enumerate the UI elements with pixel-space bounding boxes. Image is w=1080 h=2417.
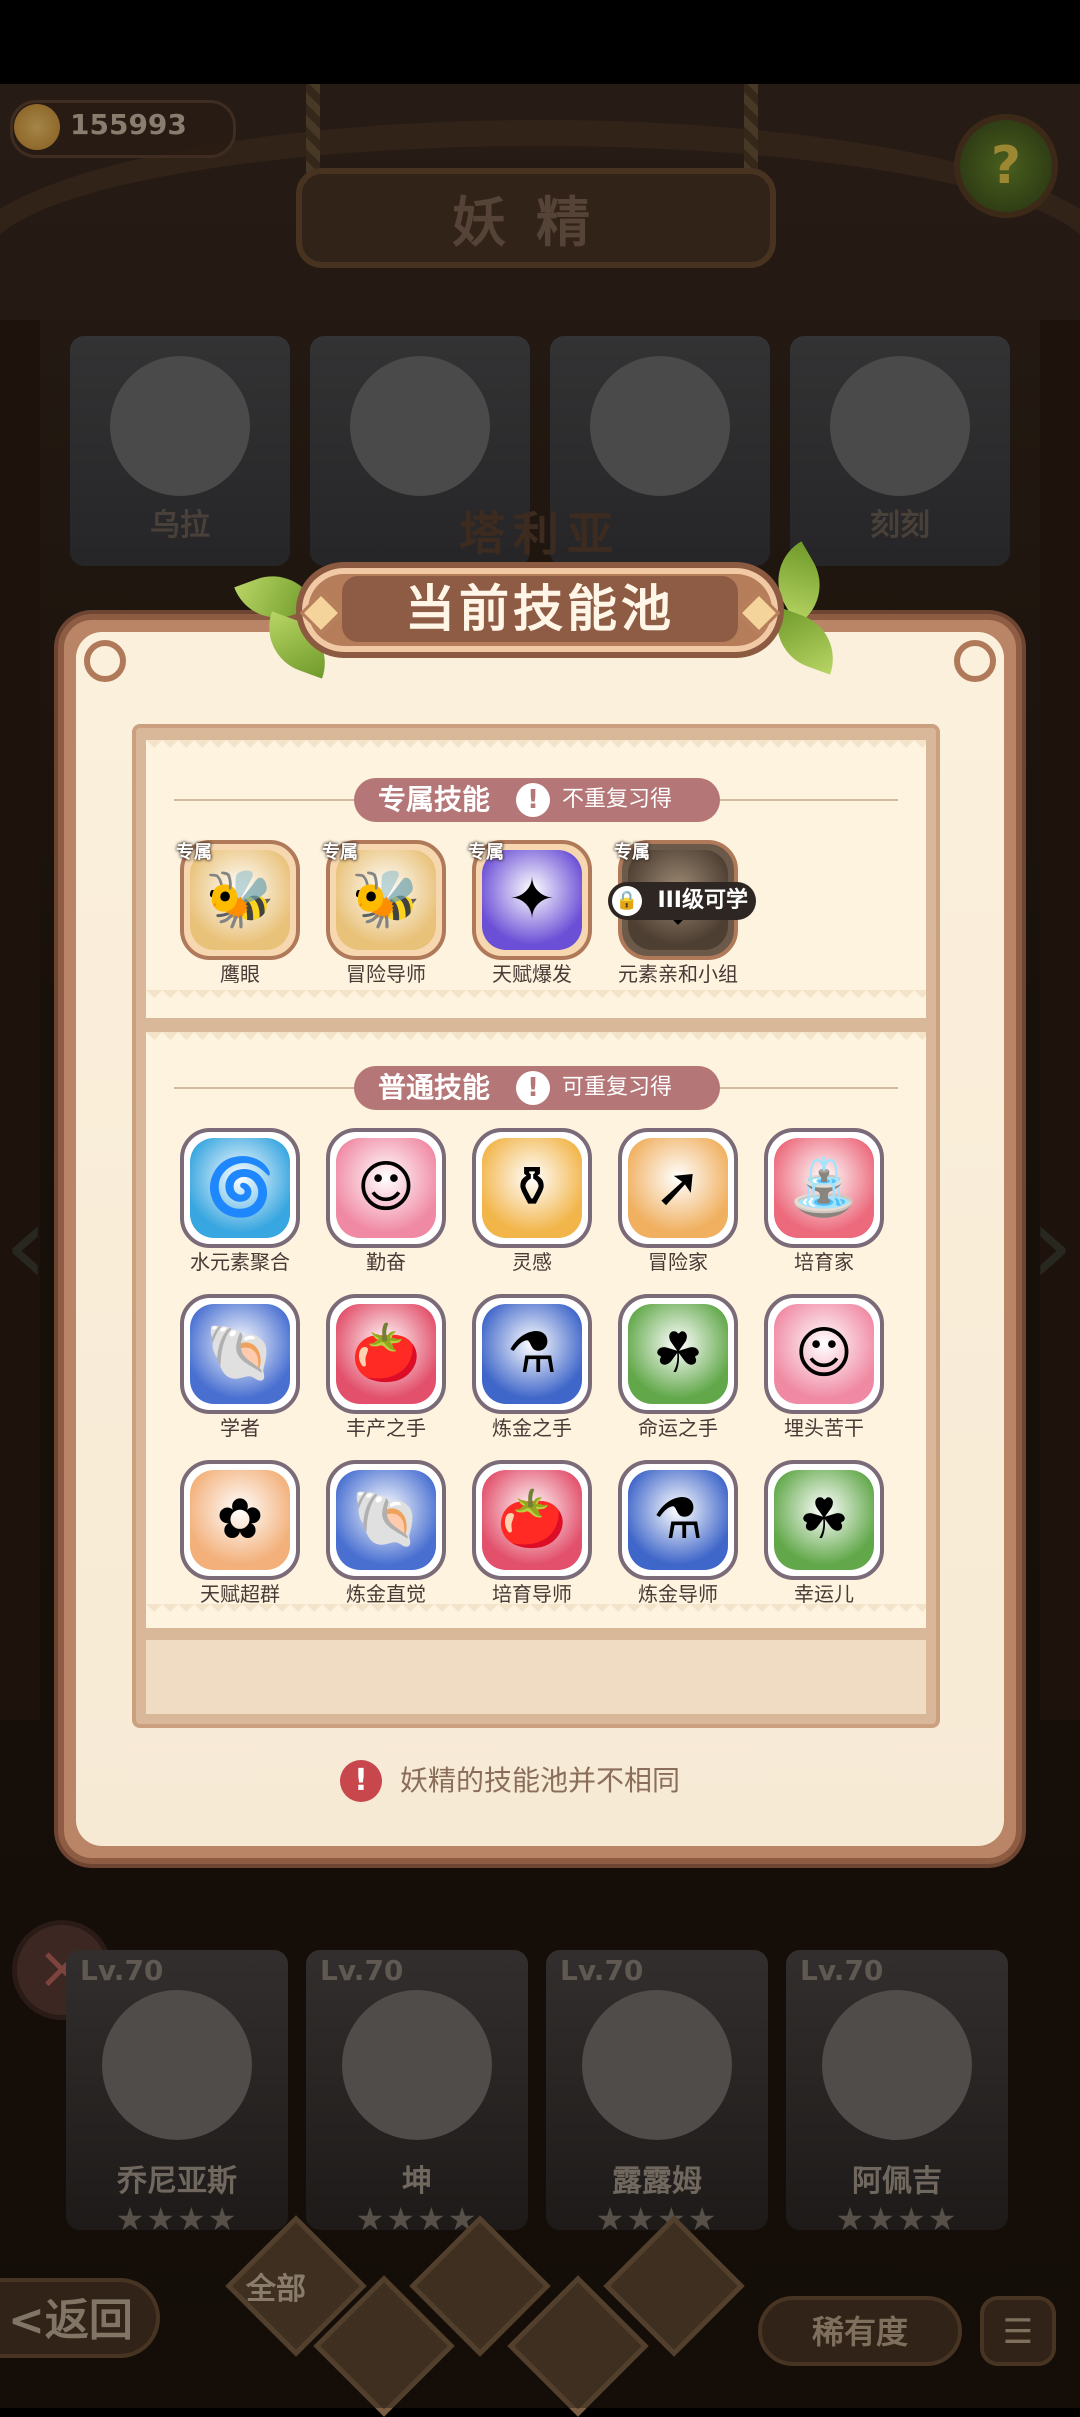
watering-can-icon-glyph: ⛲ [789,1155,859,1220]
corner-ornament [84,640,126,682]
tomato-icon-glyph: 🍅 [497,1487,567,1552]
skill-item[interactable]: ✿ 天赋超群 [180,1460,300,1610]
water-vortex-icon-glyph: 🌀 [205,1155,275,1220]
shell-icon-glyph: 🐚 [205,1321,275,1386]
pot-icon-glyph: ⚗ [506,1321,558,1386]
skill-name: 埋头苦干 [784,1416,864,1440]
exclusive-tag: 专属 [468,842,504,863]
skill-name: 培育家 [794,1250,854,1274]
shell-icon-glyph: 🐚 [351,1487,421,1552]
skill-item[interactable]: 🍅 培育导师 [472,1460,592,1610]
skill-item[interactable]: ☺ 埋头苦干 [764,1294,884,1444]
exclusive-note: 不重复习得 [562,787,673,812]
skill-item[interactable]: ➚ 冒险家 [618,1128,738,1278]
warning-icon: ! [516,783,550,817]
bee-icon-glyph: 🐝 [205,867,275,932]
pot-icon-glyph: ⚗ [652,1487,704,1552]
exclusive-tag: 专属 [176,842,212,863]
skill-item[interactable]: ◆专属🔒III级可学元素亲和小组 [608,840,756,990]
skill-item[interactable]: ⚗ 炼金之手 [472,1294,592,1444]
empty-slot-bar [146,1640,926,1714]
zigzag-border [146,1032,926,1048]
exclusive-tag: 专属 [614,842,650,863]
lock-icon: 🔒 [612,886,642,916]
corner-ornament [954,640,996,682]
alert-icon: ! [340,1760,382,1802]
warning-icon: ! [516,1071,550,1105]
bee-icon-glyph: 🐝 [351,867,421,932]
fairy-face-icon-glyph: ☺ [356,1155,416,1220]
exclusive-title: 专属技能 [378,783,491,816]
skill-item[interactable]: ☺ 勤奋 [326,1128,446,1278]
skill-item[interactable]: 🍅 丰产之手 [326,1294,446,1444]
skill-item[interactable]: ☘ 幸运儿 [764,1460,884,1610]
skill-item[interactable]: 🌀 水元素聚合 [180,1128,300,1278]
skill-item[interactable]: ⛲ 培育家 [764,1128,884,1278]
octopus-icon-glyph: ✿ [216,1487,264,1552]
clover-icon-glyph: ☘ [652,1321,704,1386]
normal-title: 普通技能 [378,1071,491,1104]
skill-item[interactable]: 🐝 专属 鹰眼 [176,840,300,990]
skill-item[interactable]: ☘ 命运之手 [618,1294,738,1444]
skill-name: 幸运儿 [794,1582,854,1606]
exclusive-tag: 专属 [322,842,358,863]
fairy-face-icon-glyph: ☺ [794,1321,854,1386]
unlock-requirement-badge: 🔒 III级可学 [608,882,756,920]
arrow-bag-icon-glyph: ➚ [654,1155,702,1220]
normal-note: 可重复习得 [562,1075,673,1100]
cauldron-icon-glyph: ⚱ [508,1155,556,1220]
skill-item[interactable]: 🐝 专属 冒险导师 [322,840,446,990]
dialog-title: 当前技能池 [405,580,675,638]
zigzag-border [146,990,926,1006]
skill-pool-note: 妖精的技能池并不相同 [400,1764,681,1797]
skill-item[interactable]: 🐚 学者 [180,1294,300,1444]
skill-item[interactable]: ✦ 专属 天赋爆发 [468,840,592,990]
status-bar-area [0,0,1080,84]
skill-item[interactable]: 🐚 炼金直觉 [326,1460,446,1610]
skill-item[interactable]: ⚱ 灵感 [472,1128,592,1278]
clover-icon-glyph: ☘ [798,1487,850,1552]
burst-figure-icon-glyph: ✦ [508,867,556,932]
unlock-requirement-text: III级可学 [657,888,748,913]
skill-name: 元素亲和小组 [618,962,738,986]
zigzag-border [146,740,926,756]
skill-item[interactable]: ⚗ 炼金导师 [618,1460,738,1610]
tomato-icon-glyph: 🍅 [351,1321,421,1386]
